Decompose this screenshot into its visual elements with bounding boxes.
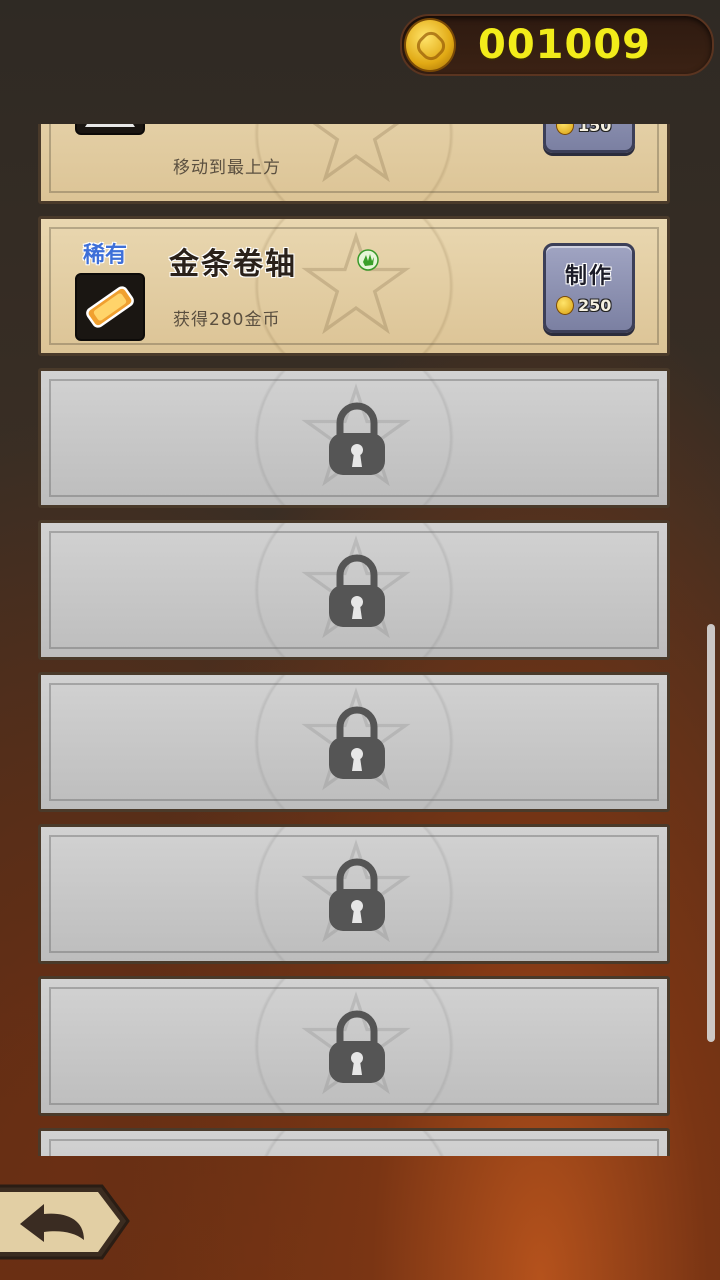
- lock-icon: [329, 1010, 385, 1083]
- list-item: 移动到最上方 制作 150: [38, 124, 670, 204]
- lock-icon: [329, 554, 385, 627]
- coin-icon: [556, 296, 574, 315]
- item-description: 移动到最上方: [173, 158, 281, 178]
- craft-button-label: 制作: [564, 264, 613, 289]
- lock-icon: [329, 858, 385, 931]
- gold-bar-item-icon: [75, 273, 145, 341]
- craft-list[interactable]: 移动到最上方 制作 150 稀有 金条卷轴 获得280金币: [38, 124, 672, 1156]
- craft-button[interactable]: 制作 250: [543, 243, 635, 333]
- locked-slot: [38, 672, 670, 812]
- craft-price: 150: [578, 124, 612, 135]
- back-button[interactable]: [0, 1178, 132, 1264]
- move-to-top-item-icon: [75, 124, 145, 135]
- rarity-label: 稀有: [83, 243, 128, 268]
- star-emblem-icon: [312, 124, 400, 183]
- list-item: 稀有 金条卷轴 获得280金币 制作 250: [38, 216, 670, 356]
- locked-slot: [38, 368, 670, 508]
- star-emblem-icon: [301, 231, 411, 335]
- item-name: 金条卷轴: [169, 247, 297, 282]
- scrollbar[interactable]: [707, 624, 715, 1042]
- locked-slot: [38, 520, 670, 660]
- item-description: 获得280金币: [173, 310, 281, 330]
- coin-count: 001009: [478, 22, 651, 68]
- locked-slot: [38, 1128, 670, 1156]
- craft-price: 250: [578, 296, 612, 315]
- locked-slot: [38, 976, 670, 1116]
- gold-coin-icon: [404, 18, 456, 72]
- gold-bar-icon: [86, 286, 134, 328]
- arrow-up-icon: [85, 124, 135, 127]
- locked-slot: [38, 824, 670, 964]
- green-hand-icon: [357, 249, 379, 271]
- craft-button[interactable]: 制作 150: [543, 124, 635, 153]
- coin-icon: [556, 124, 574, 135]
- lock-icon: [329, 402, 385, 475]
- lock-icon: [329, 706, 385, 779]
